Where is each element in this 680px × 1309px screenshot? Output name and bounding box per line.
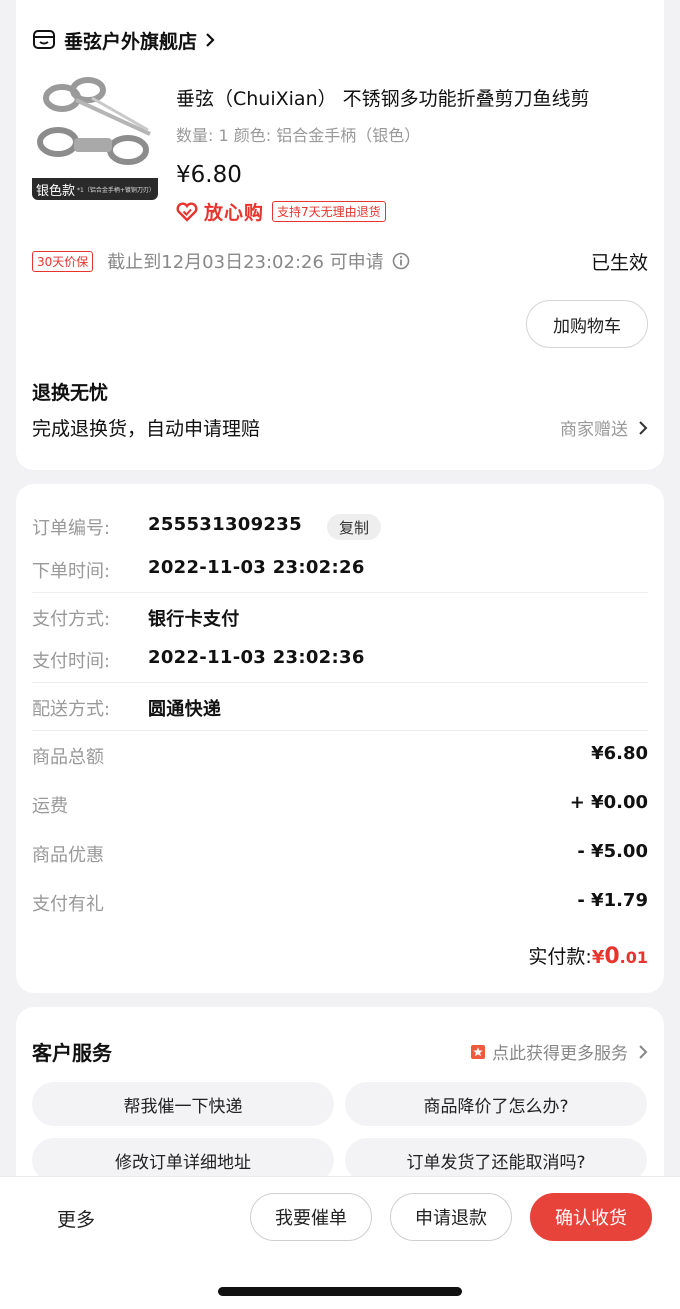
faq-button[interactable]: 帮我催一下快递 — [32, 1082, 334, 1126]
payment-time: 2022-11-03 23:02:36 — [148, 647, 365, 668]
product-card: 垂弦户外旗舰店 银色款 *1（铝合金手柄+镀铜刀刃） 垂弦（ChuiXian） … — [16, 0, 664, 470]
fee-label: 运费 — [32, 796, 68, 817]
order-number: 255531309235 — [148, 514, 302, 535]
actual-payment-integer: 0 — [604, 944, 620, 969]
more-button[interactable]: 更多 — [57, 1205, 95, 1232]
divider — [32, 592, 648, 593]
price-protection-tag: 30天价保 — [32, 250, 94, 272]
return-policy-tag: 支持7天无理由退货 — [272, 201, 386, 222]
divider — [32, 730, 648, 731]
price-protection-row[interactable]: 30天价保 截止到12月03日23:02:26 可申请 已生效 — [32, 248, 648, 274]
copy-order-number-button[interactable]: 复制 — [327, 514, 381, 540]
order-time: 2022-11-03 23:02:26 — [148, 557, 365, 578]
refund-button[interactable]: 申请退款 — [390, 1193, 512, 1241]
merchant-gift-link[interactable]: 商家赠送 — [560, 415, 648, 440]
more-services-link[interactable]: 点此获得更多服务 — [470, 1039, 648, 1064]
shop-header[interactable]: 垂弦户外旗舰店 — [32, 26, 215, 54]
chevron-right-icon — [206, 33, 215, 47]
fee-value: ¥6.80 — [591, 743, 648, 764]
actual-payment-currency: ¥ — [591, 947, 605, 968]
urge-order-button[interactable]: 我要催单 — [250, 1193, 372, 1241]
product-spec: 数量: 1 颜色: 铝合金手柄（银色） — [176, 126, 421, 145]
order-time-label: 下单时间: — [32, 561, 111, 582]
customer-service-title: 客户服务 — [32, 1041, 112, 1065]
fee-value: - ¥1.79 — [577, 890, 648, 911]
scissors-image — [37, 77, 151, 165]
order-number-label: 订单编号: — [32, 518, 111, 539]
payment-method-label: 支付方式: — [32, 609, 111, 630]
chevron-right-icon — [639, 420, 648, 435]
confirm-receipt-button[interactable]: 确认收货 — [530, 1193, 652, 1241]
store-icon — [33, 30, 55, 49]
product-price: ¥6.80 — [176, 162, 242, 188]
fee-value: + ¥0.00 — [569, 792, 648, 813]
price-protection-status: 已生效 — [590, 251, 648, 274]
info-icon[interactable] — [392, 252, 410, 270]
actual-payment: 实付款: ¥ 0 .01 — [528, 942, 648, 969]
bottom-action-bar: 更多 我要催单 申请退款 确认收货 — [0, 1176, 680, 1309]
shop-name[interactable]: 垂弦户外旗舰店 — [64, 27, 197, 54]
payment-time-label: 支付时间: — [32, 651, 111, 672]
faq-button[interactable]: 商品降价了怎么办? — [345, 1082, 647, 1126]
heart-shield-icon — [176, 202, 198, 222]
order-info-card: 订单编号: 255531309235 复制 下单时间: 2022-11-03 2… — [16, 484, 664, 993]
shipping-method-label: 配送方式: — [32, 699, 111, 720]
fee-value: - ¥5.00 — [577, 841, 648, 862]
fee-label: 支付有礼 — [32, 894, 104, 915]
worry-free-row[interactable]: 完成退换货，自动申请理赔 商家赠送 — [32, 414, 648, 441]
assurance-label: 放心购 — [204, 202, 265, 224]
worry-free-description: 完成退换货，自动申请理赔 — [32, 418, 261, 440]
chevron-right-icon — [639, 1044, 648, 1059]
product-title[interactable]: 垂弦（ChuiXian） 不锈钢多功能折叠剪刀鱼线剪 — [176, 84, 644, 111]
home-indicator[interactable] — [218, 1287, 462, 1296]
fee-label: 商品总额 — [32, 747, 104, 768]
star-badge-icon — [471, 1044, 485, 1059]
assurance-row: 放心购 支持7天无理由退货 — [176, 198, 386, 225]
add-to-cart-button[interactable]: 加购物车 — [526, 300, 648, 348]
price-protection-deadline: 截止到12月03日23:02:26 可申请 — [107, 252, 384, 273]
actual-payment-label: 实付款: — [528, 946, 592, 968]
fee-label: 商品优惠 — [32, 845, 104, 866]
actual-payment-decimal: .01 — [619, 948, 648, 967]
product-variant-badge: 银色款 *1（铝合金手柄+镀铜刀刃） — [32, 178, 158, 200]
product-thumbnail[interactable]: 银色款 *1（铝合金手柄+镀铜刀刃） — [32, 76, 158, 200]
shipping-method: 圆通快递 — [148, 699, 222, 720]
worry-free-title: 退换无忧 — [32, 382, 109, 404]
payment-method: 银行卡支付 — [148, 609, 240, 630]
divider — [32, 682, 648, 683]
